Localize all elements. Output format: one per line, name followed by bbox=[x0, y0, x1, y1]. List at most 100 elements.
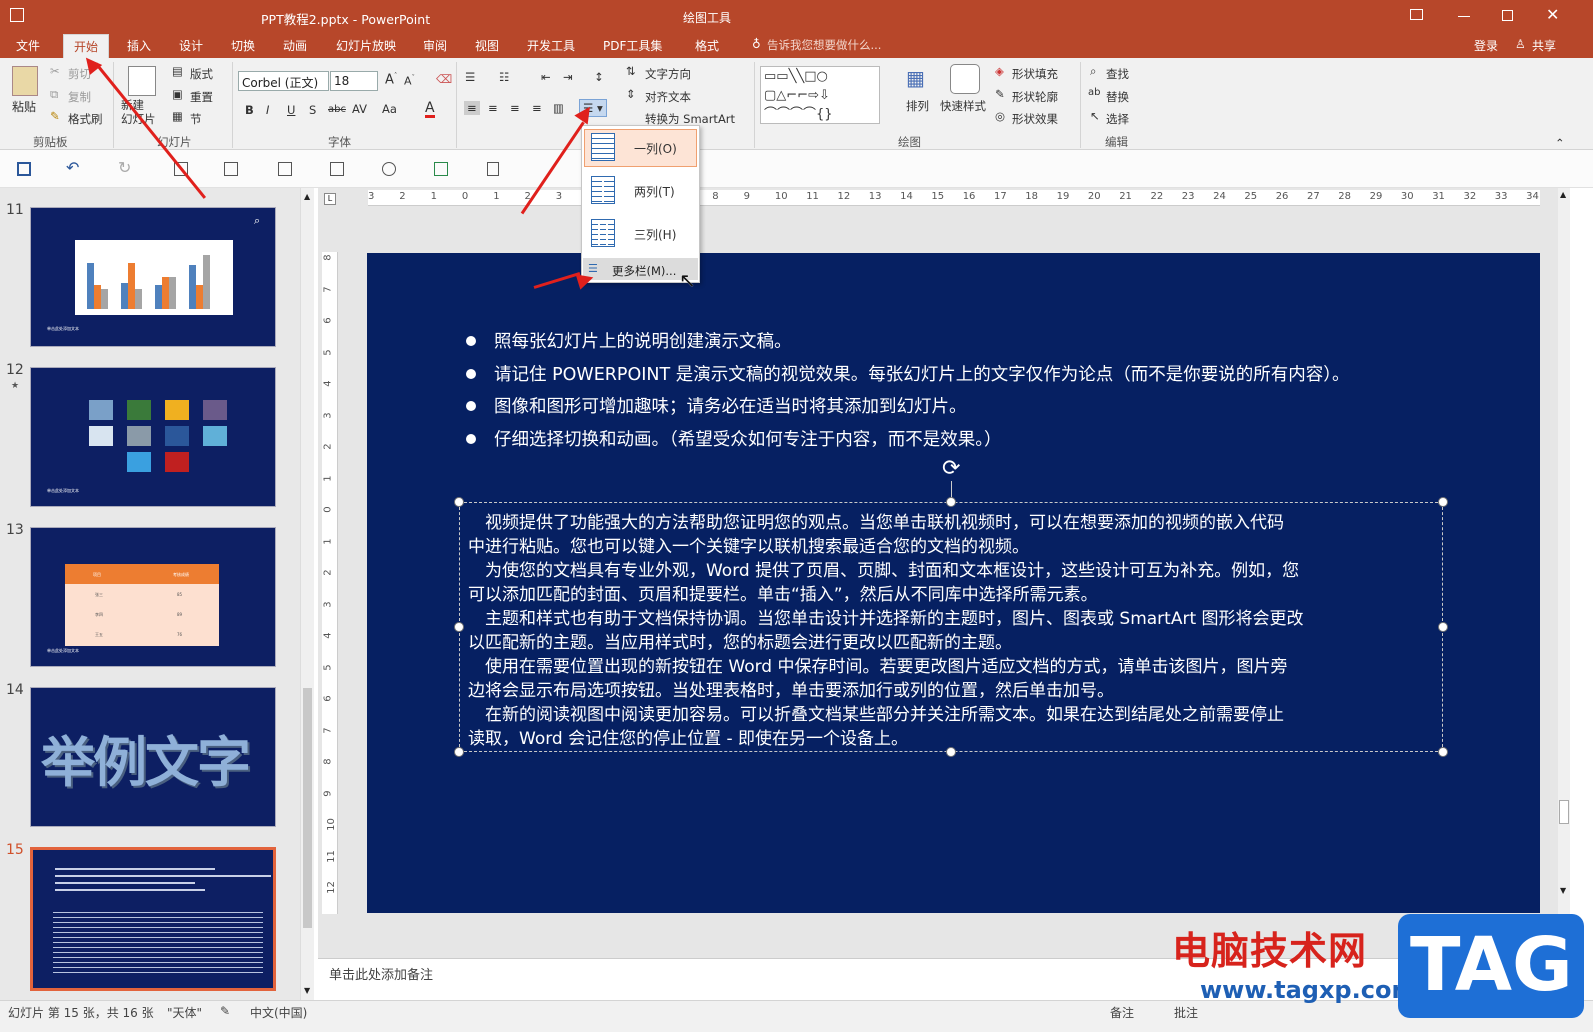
shape-outline-button[interactable]: 形状轮廓 bbox=[1012, 89, 1058, 105]
language-status[interactable]: 中文(中国) bbox=[250, 1004, 307, 1021]
shrink-font-icon[interactable]: Aˇ bbox=[404, 74, 415, 88]
login-link[interactable]: 登录 bbox=[1474, 37, 1498, 54]
find-button[interactable]: 查找 bbox=[1106, 66, 1129, 82]
resize-handle[interactable] bbox=[946, 747, 956, 757]
spellcheck-icon[interactable]: ✎ bbox=[220, 1004, 230, 1018]
shapes-gallery[interactable]: ▭▭╲╲□○ ▢△⌐⌐⇨⇩ ⌒⌒⌒⌒{} bbox=[760, 66, 880, 124]
shape-effects-button[interactable]: 形状效果 bbox=[1012, 111, 1058, 127]
paste-button[interactable]: 粘贴 bbox=[12, 98, 36, 115]
grow-font-icon[interactable]: Aˆ bbox=[385, 72, 397, 87]
section-button[interactable]: 节 bbox=[190, 111, 202, 127]
replace-button[interactable]: 替换 bbox=[1106, 89, 1129, 105]
quick-styles-button[interactable]: 快速样式 bbox=[940, 98, 986, 114]
align-right-icon[interactable]: ≡ bbox=[510, 101, 520, 115]
collapse-ribbon-icon[interactable]: ⌃ bbox=[1555, 136, 1565, 150]
bold-icon[interactable]: B bbox=[245, 103, 254, 117]
text-direction-button[interactable]: 文字方向 bbox=[645, 66, 691, 82]
resize-handle[interactable] bbox=[454, 747, 464, 757]
tab-view[interactable]: 视图 bbox=[475, 37, 499, 54]
change-case-icon[interactable]: Aa bbox=[382, 102, 397, 116]
thumbnail-slide-11[interactable]: 单击此处添加文本 ⌕ bbox=[30, 207, 276, 347]
tab-format[interactable]: 格式 bbox=[695, 37, 719, 54]
line-spacing-icon[interactable]: ↕ bbox=[594, 70, 604, 84]
qat-tool-icon-7[interactable] bbox=[487, 162, 499, 176]
align-center-icon[interactable]: ≡ bbox=[488, 101, 498, 115]
resize-handle[interactable] bbox=[1438, 622, 1448, 632]
align-left-icon[interactable]: ≡ bbox=[464, 101, 480, 115]
rotate-handle-icon[interactable]: ⟳ bbox=[942, 456, 960, 481]
slide-bullet[interactable]: 仔细选择切换和动画。（希望受众如何专注于内容，而不是效果。） bbox=[466, 426, 1002, 451]
notes-toggle[interactable]: 备注 bbox=[1110, 1004, 1134, 1021]
ruler-toggle[interactable]: L bbox=[324, 193, 336, 205]
resize-handle[interactable] bbox=[454, 622, 464, 632]
tab-animations[interactable]: 动画 bbox=[283, 37, 307, 54]
select-button[interactable]: 选择 bbox=[1106, 111, 1129, 127]
char-spacing-icon[interactable]: AV bbox=[352, 102, 367, 116]
justify-icon[interactable]: ≡ bbox=[532, 101, 542, 115]
save-icon[interactable] bbox=[10, 8, 24, 22]
maximize-icon[interactable] bbox=[1502, 10, 1513, 21]
tab-design[interactable]: 设计 bbox=[179, 37, 203, 54]
scroll-thumb[interactable] bbox=[1559, 800, 1569, 824]
resize-handle[interactable] bbox=[1438, 747, 1448, 757]
clear-format-icon[interactable]: ⌫ bbox=[436, 72, 452, 86]
paste-icon[interactable] bbox=[12, 66, 38, 96]
decrease-indent-icon[interactable]: ⇤ bbox=[541, 70, 551, 84]
tab-file[interactable]: 文件 bbox=[16, 37, 40, 54]
undo-icon[interactable]: ↶ bbox=[66, 158, 79, 177]
copy-button[interactable]: 复制 bbox=[68, 89, 91, 105]
arrange-button[interactable]: 排列 bbox=[906, 98, 929, 114]
thumbnails-scrollbar[interactable]: ▲ ▼ bbox=[300, 188, 314, 1000]
distributed-icon[interactable]: ▥ bbox=[553, 101, 564, 115]
thumbnail-slide-12[interactable]: 单击此处添加文本 bbox=[30, 367, 276, 507]
resize-handle[interactable] bbox=[454, 497, 464, 507]
layout-button[interactable]: 版式 bbox=[190, 66, 213, 82]
font-color-icon[interactable]: A bbox=[425, 101, 435, 118]
two-column-label[interactable]: 两列(T) bbox=[634, 183, 675, 200]
share-button[interactable]: 共享 bbox=[1532, 37, 1556, 54]
more-columns-label[interactable]: 更多栏(M)... bbox=[612, 263, 676, 279]
increase-indent-icon[interactable]: ⇥ bbox=[563, 70, 573, 84]
italic-icon[interactable]: I bbox=[266, 103, 269, 117]
qat-tool-icon-3[interactable] bbox=[278, 162, 292, 176]
tab-home[interactable]: 开始 bbox=[63, 34, 110, 58]
three-column-label[interactable]: 三列(H) bbox=[634, 226, 676, 243]
new-slide-icon[interactable] bbox=[128, 66, 156, 96]
tab-transitions[interactable]: 切换 bbox=[231, 37, 255, 54]
three-column-icon[interactable] bbox=[591, 219, 615, 247]
align-text-button[interactable]: 对齐文本 bbox=[645, 89, 691, 105]
shadow-icon[interactable]: S bbox=[309, 103, 316, 117]
scroll-thumb[interactable] bbox=[303, 688, 312, 928]
thumbnail-slide-14[interactable]: 举例文字 bbox=[30, 687, 276, 827]
qat-tool-icon-2[interactable] bbox=[224, 162, 238, 176]
numbering-icon[interactable]: ☷ bbox=[499, 70, 509, 84]
slide-bullet[interactable]: 照每张幻灯片上的说明创建演示文稿。 bbox=[466, 328, 792, 353]
redo-icon[interactable]: ↻ bbox=[118, 158, 131, 177]
minimize-icon[interactable] bbox=[1458, 16, 1470, 17]
font-size-dropdown[interactable]: 18 bbox=[330, 71, 378, 91]
slide-bullet[interactable]: 请记住 POWERPOINT 是演示文稿的视觉效果。每张幻灯片上的文字仅作为论点… bbox=[466, 361, 1350, 386]
two-column-icon[interactable] bbox=[591, 176, 615, 204]
close-icon[interactable]: ✕ bbox=[1546, 5, 1559, 24]
slide-scrollbar[interactable]: ▲ ▼ bbox=[1558, 188, 1570, 958]
qat-save-icon[interactable] bbox=[17, 162, 31, 176]
tab-review[interactable]: 审阅 bbox=[423, 37, 447, 54]
resize-handle[interactable] bbox=[946, 497, 956, 507]
thumbnail-slide-15[interactable] bbox=[30, 847, 276, 991]
reset-button[interactable]: 重置 bbox=[190, 89, 213, 105]
qat-tool-icon-5[interactable] bbox=[382, 162, 396, 176]
bullets-icon[interactable]: ☰ bbox=[465, 70, 475, 84]
tab-pdf[interactable]: PDF工具集 bbox=[603, 37, 662, 54]
qat-tool-icon-4[interactable] bbox=[330, 162, 344, 176]
tell-me-search[interactable]: 告诉我您想要做什么... bbox=[767, 37, 881, 53]
tab-slideshow[interactable]: 幻灯片放映 bbox=[336, 37, 396, 54]
tab-developer[interactable]: 开发工具 bbox=[527, 37, 575, 54]
thumbnail-slide-13[interactable]: 项目 考核成绩 张三 85 李四 89 王五 76 单击此处添加文本 bbox=[30, 527, 276, 667]
shape-fill-button[interactable]: 形状填充 bbox=[1012, 66, 1058, 82]
strikethrough-icon[interactable]: abc bbox=[328, 104, 346, 115]
resize-handle[interactable] bbox=[1438, 497, 1448, 507]
ribbon-display-icon[interactable] bbox=[1410, 9, 1423, 20]
underline-icon[interactable]: U bbox=[287, 103, 295, 117]
qat-tool-icon-6[interactable] bbox=[434, 162, 448, 176]
tab-insert[interactable]: 插入 bbox=[127, 37, 151, 54]
